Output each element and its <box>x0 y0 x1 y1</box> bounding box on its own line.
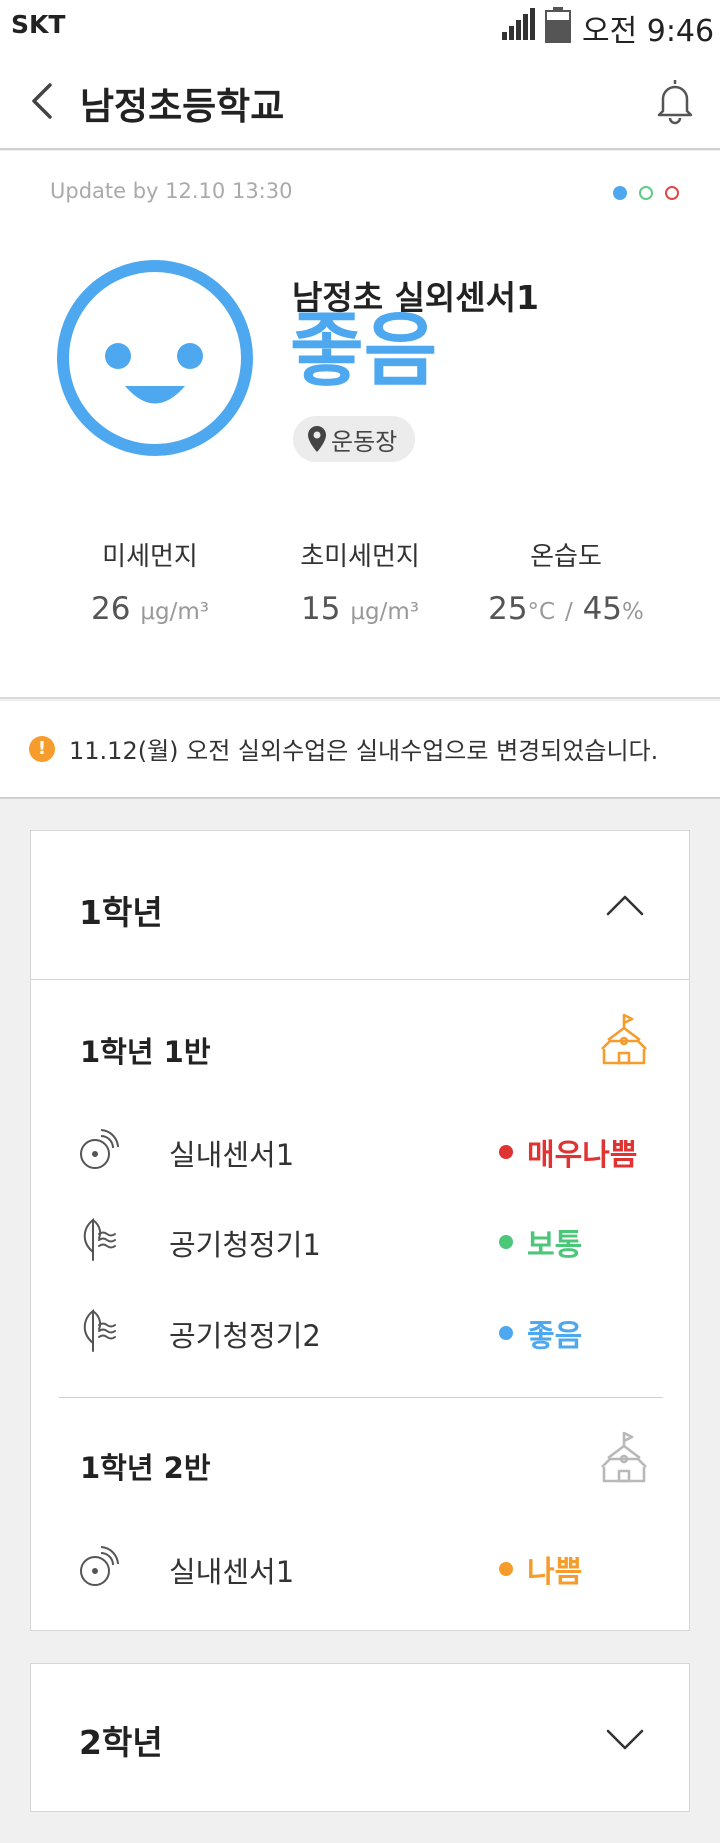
air-purifier-icon <box>83 1217 116 1261</box>
pm10-value: 26 <box>91 591 131 627</box>
grade-card-2[interactable]: 2학년 <box>30 1663 690 1812</box>
grade-title: 2학년 <box>79 1723 163 1762</box>
temperature-value: 25 <box>488 591 528 627</box>
device-status: 매우나쁨 <box>499 1130 637 1174</box>
school-icon[interactable] <box>598 1431 650 1483</box>
metric-value: 25°C / 45% <box>456 591 676 627</box>
device-row[interactable]: 실내센서1 나쁨 <box>79 1543 659 1591</box>
signal-icon <box>502 8 535 40</box>
sensor-summary[interactable]: Update by 12.10 13:30 남정초 실외센서1 좋음 운동장 미… <box>0 151 720 699</box>
grade-card-1: 1학년 1학년 1반 실내센서1 매우나쁨 공기청정기1 보통 공기청정기2 좋… <box>30 830 690 1631</box>
metric-pm25: 초미세먼지 15 μg/m³ <box>250 536 470 627</box>
class-title: 1학년 1반 <box>80 1035 211 1069</box>
chevron-down-icon[interactable] <box>605 1726 645 1754</box>
pm10-unit: μg/m³ <box>140 599 209 625</box>
page-title: 남정초등학교 <box>80 85 285 128</box>
status-dot <box>499 1235 513 1249</box>
back-icon[interactable] <box>28 78 62 124</box>
metric-label: 온습도 <box>530 542 602 572</box>
metric-value: 26 μg/m³ <box>40 591 260 627</box>
humidity-unit: % <box>622 599 644 625</box>
metric-value: 15 μg/m³ <box>250 591 470 627</box>
humidity-value: 45 <box>582 591 623 627</box>
carrier-name: SKT <box>11 10 66 39</box>
smiley-face-icon <box>57 260 253 456</box>
status-dot <box>499 1326 513 1340</box>
metric-label: 초미세먼지 <box>300 542 420 572</box>
temperature-unit: °C <box>527 599 556 625</box>
status-label: 보통 <box>527 1228 583 1263</box>
grade-title: 1학년 <box>79 893 163 932</box>
separator: / <box>564 599 573 625</box>
clock: 오전 9:46 <box>582 14 715 49</box>
chevron-up-icon[interactable] <box>605 891 645 919</box>
pm25-value: 15 <box>301 591 341 627</box>
page-dot-1[interactable] <box>613 186 627 200</box>
device-label: 공기청정기1 <box>169 1228 321 1262</box>
divider <box>31 979 689 980</box>
status-label: 좋음 <box>527 1319 583 1354</box>
device-label: 실내센서1 <box>169 1138 295 1172</box>
location-label: 운동장 <box>331 427 398 456</box>
device-row[interactable]: 공기청정기2 좋음 <box>79 1307 659 1355</box>
air-quality-status: 좋음 <box>290 304 438 397</box>
device-label: 실내센서1 <box>169 1555 295 1589</box>
status-label: 매우나쁨 <box>527 1138 638 1173</box>
status-dot <box>499 1562 513 1576</box>
notice-banner[interactable]: ! 11.12(월) 오전 실외수업은 실내수업으로 변경되었습니다. <box>0 701 720 799</box>
page-indicator[interactable] <box>613 186 679 200</box>
notice-text: 11.12(월) 오전 실외수업은 실내수업으로 변경되었습니다. <box>69 737 659 765</box>
device-row[interactable]: 실내센서1 매우나쁨 <box>79 1126 659 1174</box>
indoor-sensor-icon <box>80 1546 119 1586</box>
status-bar: SKT 오전 9:46 <box>0 0 720 52</box>
device-label: 공기청정기2 <box>169 1319 321 1353</box>
page-dot-2[interactable] <box>639 186 653 200</box>
divider <box>59 1397 663 1398</box>
air-purifier-icon <box>83 1308 116 1352</box>
device-status: 보통 <box>499 1220 582 1264</box>
metric-label: 미세먼지 <box>102 542 198 572</box>
school-icon[interactable] <box>598 1013 650 1065</box>
metric-pm10: 미세먼지 26 μg/m³ <box>40 536 260 627</box>
device-row[interactable]: 공기청정기1 보통 <box>79 1216 659 1264</box>
app-bar: 남정초등학교 <box>0 52 720 150</box>
update-time: Update by 12.10 13:30 <box>50 179 293 203</box>
grade-header[interactable]: 1학년 <box>31 831 689 979</box>
battery-icon <box>545 7 571 43</box>
location-badge: 운동장 <box>293 416 416 462</box>
metric-temp-humidity: 온습도 25°C / 45% <box>456 536 676 627</box>
status-dot <box>499 1145 513 1159</box>
bell-icon[interactable] <box>654 77 696 125</box>
device-status: 좋음 <box>499 1311 582 1355</box>
device-status: 나쁨 <box>499 1547 582 1591</box>
indoor-sensor-icon <box>80 1129 119 1169</box>
status-label: 나쁨 <box>527 1555 583 1590</box>
warning-icon: ! <box>29 736 55 762</box>
pm25-unit: μg/m³ <box>350 599 419 625</box>
class-title: 1학년 2반 <box>80 1451 211 1485</box>
location-pin-icon <box>308 426 326 452</box>
page-dot-3[interactable] <box>665 186 679 200</box>
